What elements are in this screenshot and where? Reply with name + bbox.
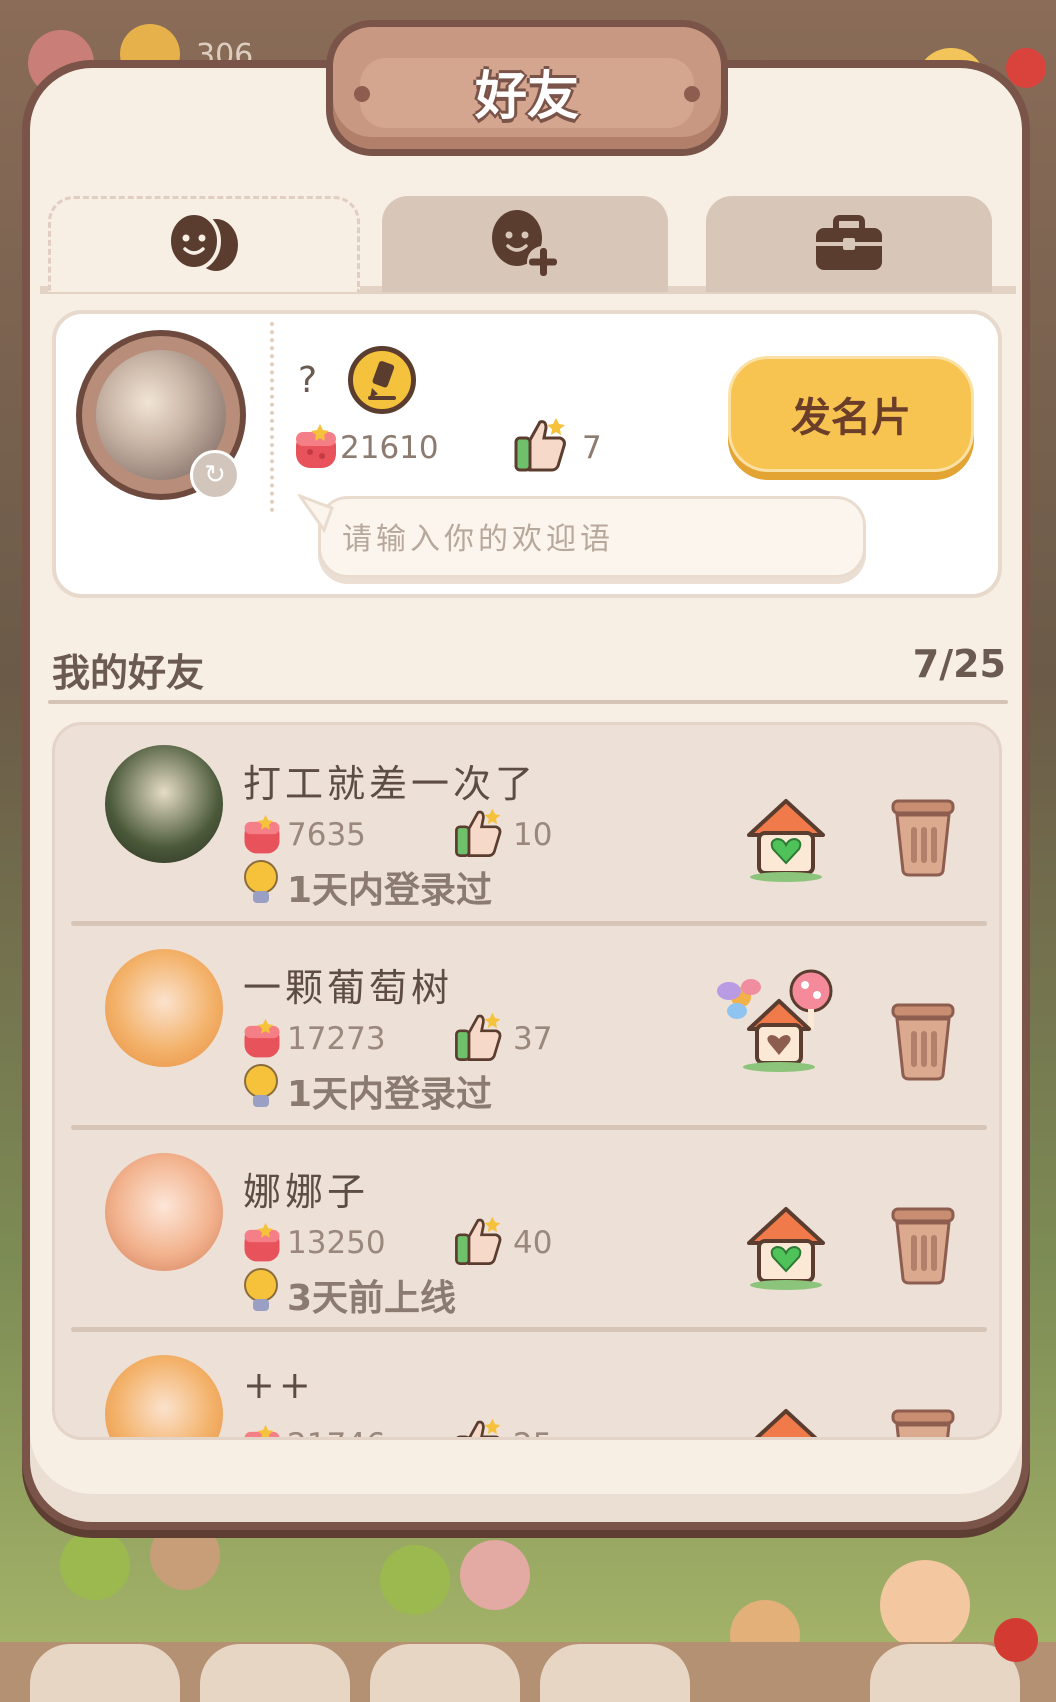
bg-character <box>380 1545 450 1615</box>
toolbar-slot[interactable] <box>200 1644 350 1702</box>
brown-heart-house-icon[interactable] <box>741 1403 831 1440</box>
section-divider <box>48 700 1008 704</box>
friend-score: 7635 <box>287 817 366 853</box>
friend-status: 3天前上线 <box>287 1278 457 1319</box>
trash-icon[interactable] <box>885 793 961 877</box>
edit-profile-button[interactable] <box>348 346 416 414</box>
friend-avatar[interactable] <box>105 949 223 1067</box>
notification-dot <box>994 1618 1038 1662</box>
friend-avatar[interactable] <box>105 745 223 863</box>
decorated-house-icon[interactable] <box>715 967 839 1077</box>
refresh-avatar-icon[interactable]: ↻ <box>190 450 240 500</box>
friend-name: 娜娜子 <box>243 1170 370 1214</box>
friend-likes: 10 <box>513 817 553 853</box>
green-heart-house-icon[interactable] <box>741 793 831 883</box>
friend-row[interactable]: 一颗葡萄树 17273 37 1天内登录过 <box>55 937 999 1139</box>
thumbs-up-icon <box>514 418 566 472</box>
friends-section-title: 我的好友 <box>52 651 205 695</box>
greeting-input[interactable] <box>340 516 844 562</box>
page-title: 好友 <box>474 67 579 127</box>
profile-divider <box>270 322 278 512</box>
green-heart-house-icon[interactable] <box>741 1201 831 1291</box>
bg-character <box>460 1540 530 1610</box>
friend-list[interactable]: 打工就差一次了 7635 10 1天内登录过 一颗葡萄树 17273 37 1天… <box>52 722 1002 1440</box>
trash-icon[interactable] <box>885 1403 961 1440</box>
toolbar-slot[interactable] <box>540 1644 690 1702</box>
tab-add-friend[interactable] <box>382 196 668 292</box>
lightbulb-icon <box>244 860 278 903</box>
bg-decoration <box>1006 48 1046 88</box>
lightbulb-icon <box>244 1268 278 1311</box>
friend-status: 1天内登录过 <box>287 1074 493 1115</box>
trash-icon[interactable] <box>885 1201 961 1285</box>
bubble-tail <box>298 494 334 534</box>
cake-score-icon <box>244 1424 280 1437</box>
row-separator <box>71 1327 987 1332</box>
thumbs-up-icon <box>456 1418 501 1437</box>
thumbs-up-icon <box>455 1012 502 1061</box>
tab-friends[interactable] <box>48 196 360 292</box>
send-card-button[interactable]: 发名片 <box>728 356 974 472</box>
cake-score-icon <box>296 424 336 468</box>
friend-score: 17273 <box>287 1021 386 1057</box>
friends-icon <box>167 210 238 271</box>
cake-score-icon <box>244 814 280 854</box>
thumbs-up-icon <box>455 1216 502 1265</box>
friend-row[interactable]: 娜娜子 13250 40 3天前上线 <box>55 1141 999 1343</box>
friend-score: 21746 <box>287 1427 386 1437</box>
friends-count: 7/25 <box>912 642 1006 686</box>
friend-row[interactable]: ++ 21746 25 <box>55 1343 999 1440</box>
friend-likes: 40 <box>513 1225 553 1261</box>
profile-score: 21610 <box>340 430 439 466</box>
briefcase-icon <box>816 215 882 270</box>
lightbulb-icon <box>244 1064 278 1107</box>
friend-status: 1天内登录过 <box>287 870 493 911</box>
friend-name: ++ <box>243 1363 315 1407</box>
toolbar-slot[interactable] <box>30 1644 180 1702</box>
friend-likes: 37 <box>513 1021 553 1057</box>
cake-score-icon <box>244 1222 280 1262</box>
toolbar-slot[interactable] <box>370 1644 520 1702</box>
cake-score-icon <box>244 1018 280 1058</box>
pencil-icon <box>368 361 396 400</box>
thumbs-up-icon <box>455 808 502 857</box>
friend-name: 一颗葡萄树 <box>243 966 454 1010</box>
friend-score: 13250 <box>287 1225 386 1261</box>
tab-bag[interactable] <box>706 196 992 292</box>
bg-character <box>880 1560 970 1650</box>
friend-row[interactable]: 打工就差一次了 7635 10 1天内登录过 <box>55 733 999 935</box>
friend-avatar[interactable] <box>105 1153 223 1271</box>
bg-character <box>60 1530 130 1600</box>
friend-likes: 25 <box>513 1427 552 1437</box>
profile-name: ? <box>298 360 318 401</box>
profile-likes: 7 <box>582 430 602 466</box>
add-friend-icon <box>492 210 559 278</box>
friend-name: 打工就差一次了 <box>243 762 538 806</box>
trash-icon[interactable] <box>885 997 961 1081</box>
row-separator <box>71 921 987 926</box>
bg-character <box>150 1520 220 1590</box>
row-separator <box>71 1125 987 1130</box>
friend-avatar[interactable] <box>105 1355 223 1437</box>
